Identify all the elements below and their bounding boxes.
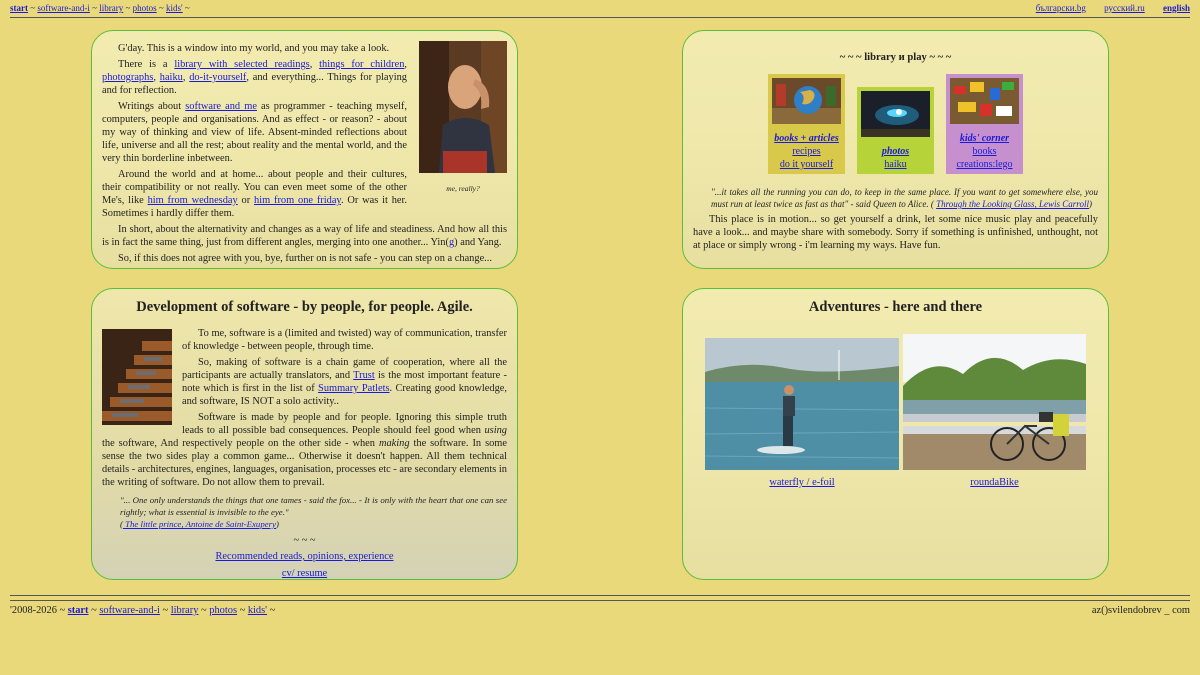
footer-software-link[interactable]: software-and-i [99,605,160,616]
lang-ru-link[interactable]: русский.ru [1104,3,1145,13]
intro-panel: me, really? G'day. This is a window into… [91,30,518,269]
nav-library-link[interactable]: library [99,3,123,13]
software-heading: Development of software - by people, for… [136,299,473,315]
quote-text: "... One only understands the things tha… [120,495,507,517]
kids-corner-link[interactable]: kids' corner [950,132,1019,145]
adventures-panel: Adventures - here and there waterfly / e… [682,288,1109,580]
library-body: This place is in motion... so get yourse… [693,214,1098,251]
nav-separator: ~ [92,3,97,13]
text: the software, And respectively people on… [102,438,379,449]
photographs-link[interactable]: photographs [102,72,153,83]
tile-books: books + articles recipes do it yourself [768,74,845,174]
text: There is a [118,59,175,70]
text-emphasis: making [378,438,410,449]
alice-quote: "...it takes all the running you can do,… [711,186,1098,210]
adventures-gallery: waterfly / e-foil roundaBike [693,334,1098,504]
haiku-tile-link[interactable]: haiku [861,158,930,171]
portrait-caption: me, really? [446,184,480,193]
text: or [237,195,255,206]
software-panel: Development of software - by people, for… [91,288,518,580]
text-emphasis: using [484,425,507,436]
roundabike-link[interactable]: roundaBike [903,476,1086,489]
text: ) and Yang. [454,237,502,248]
lego-photo[interactable] [950,78,1019,124]
do-it-yourself-link[interactable]: do it yourself [772,158,841,171]
quote-source: ( The little prince, Antoine de Saint-Ex… [120,518,507,530]
lang-en-link[interactable]: english [1163,3,1190,13]
little-prince-link[interactable]: The little prince, Antoine de Saint-Exup… [123,519,276,529]
top-divider [10,17,1190,18]
footer-separator: ~ [159,605,171,616]
nav-separator: ~ [184,3,190,13]
recommended-reads-link[interactable]: Recommended reads, opinions, experience [215,551,393,562]
photos-link[interactable]: photos [861,145,930,158]
language-links: български.bg русский.ru english [1020,3,1190,13]
text: Writings about [118,101,186,112]
library-panel: ~ ~ ~ library и play ~ ~ ~ books + artic… [682,30,1109,269]
creations-lego-link[interactable]: creations:lego [950,158,1019,171]
adventures-heading: Adventures - here and there [808,299,983,315]
footer-separator: ~ [267,605,276,616]
footer-start-link[interactable]: start [68,605,89,616]
photos-photo[interactable] [861,91,930,137]
summary-patlets-link[interactable]: Summary Patlets [318,383,389,394]
reads-row: Recommended reads, opinions, experience [102,550,507,563]
footer-library-link[interactable]: library [171,605,199,616]
footer-divider [10,595,1190,596]
footer-separator: ~ [198,605,210,616]
tilde-divider: ~ ~ ~ [293,535,316,546]
footer: '2008-2026 ~ start ~ software-and-i ~ li… [10,605,1190,616]
nav-software-link[interactable]: software-and-i [37,3,89,13]
portrait-figure: me, really? [419,41,507,195]
things-children-link[interactable]: things for children [319,59,404,70]
top-nav-links: start ~ software-and-i ~ library ~ photo… [10,3,190,13]
copyright-years: '2008-2026 ~ [10,605,68,616]
nav-separator: ~ [125,3,131,13]
text: ) [1088,199,1092,209]
nav-separator: ~ [30,3,36,13]
portrait-photo [419,41,507,173]
waterfly-link[interactable]: waterfly / e-foil [705,476,899,489]
nav-kids-link[interactable]: kids' [166,3,183,13]
footer-separator: ~ [237,605,248,616]
footer-photos-link[interactable]: photos [209,605,237,616]
intro-paragraph: In short, about the alternativity and ch… [102,223,507,249]
cv-row: cv/ resume [102,567,507,579]
intro-paragraph: So, if this does not agree with you, bye… [118,253,492,264]
text: Software is made by people and for peopl… [182,412,507,436]
looking-glass-link[interactable]: Through the Looking Glass, Lewis Carroll [936,199,1089,209]
little-prince-quote: "... One only understands the things tha… [120,494,507,530]
library-heading: ~ ~ ~ library и play ~ ~ ~ [839,52,952,63]
top-nav: start ~ software-and-i ~ library ~ photo… [10,2,1190,16]
text: In short, about the alternativity and ch… [102,224,507,248]
footer-kids-link[interactable]: kids' [248,605,267,616]
globe-photo[interactable] [772,78,841,124]
cv-resume-link[interactable]: cv/ resume [282,568,327,579]
software-and-me-link[interactable]: software and me [185,101,257,112]
books-articles-link[interactable]: books + articles [772,132,841,145]
nav-separator: ~ [158,3,164,13]
tile-kids: kids' corner books creations:lego [946,74,1023,174]
text: ) [275,519,279,529]
recipes-link[interactable]: recipes [772,145,841,158]
stairs-photo [102,329,172,425]
library-tiles: books + articles recipes do it yourself … [693,74,1098,174]
lang-bg-link[interactable]: български.bg [1036,3,1086,13]
trust-link[interactable]: Trust [353,370,375,381]
contact-email: az()svilendobrev _ com [1091,605,1190,616]
haiku-link[interactable]: haiku [160,72,183,83]
kids-books-link[interactable]: books [950,145,1019,158]
library-selected-link[interactable]: library with selected readings [174,59,309,70]
wednesday-link[interactable]: him from wednesday [148,195,238,206]
friday-link[interactable]: him from one friday [254,195,341,206]
roundabike-photo[interactable] [903,334,1086,470]
nav-start-link[interactable]: start [10,3,28,13]
tile-photos: photos haiku [857,87,934,174]
waterfly-photo[interactable] [705,338,899,470]
footer-separator: ~ [88,605,100,616]
footer-divider [10,600,1190,601]
nav-photos-link[interactable]: photos [133,3,157,13]
diy-link[interactable]: do-it-yourself [189,72,246,83]
